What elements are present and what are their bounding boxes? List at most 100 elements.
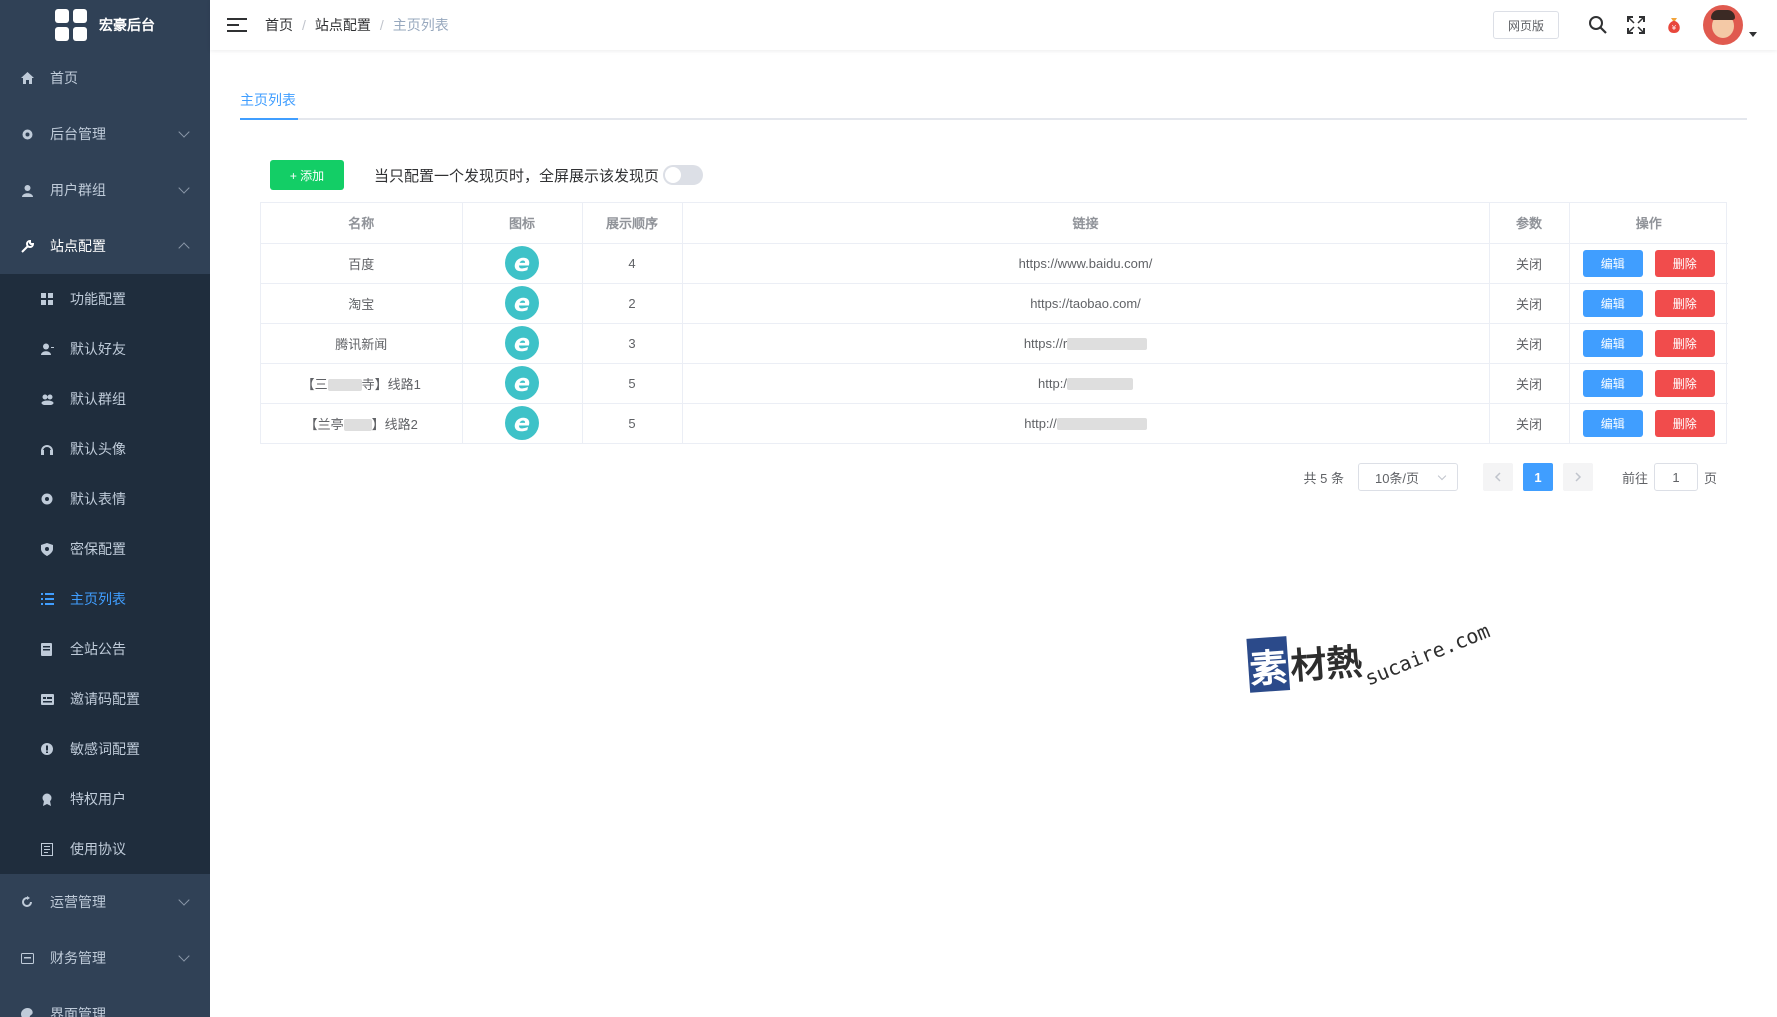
browser-icon: e <box>505 286 539 320</box>
redacted-text <box>343 419 372 432</box>
delete-button[interactable]: 删除 <box>1654 369 1715 397</box>
watermark-domain: sucaire.com <box>1361 618 1494 691</box>
app-logo[interactable]: 宏豪后台 <box>0 0 210 50</box>
redacted-text <box>1056 418 1147 431</box>
sidebar-item-sensitive-words[interactable]: 敏感词配置 <box>0 724 210 774</box>
delete-button[interactable]: 删除 <box>1654 289 1715 317</box>
sidebar-item-security-config[interactable]: 密保配置 <box>0 524 210 574</box>
sidebar-item-privileged-users[interactable]: 特权用户 <box>0 774 210 824</box>
sidebar-item-terms[interactable]: 使用协议 <box>0 824 210 874</box>
wallet-icon <box>20 951 34 965</box>
cell-order: 5 <box>582 363 683 404</box>
edit-button[interactable]: 编辑 <box>1582 329 1643 357</box>
money-bag-icon[interactable]: ¥ <box>1663 14 1685 36</box>
edit-button[interactable]: 编辑 <box>1582 409 1643 437</box>
sidebar-item-backend[interactable]: 后台管理 <box>0 106 210 162</box>
pagination: 共 5 条 10条/页 1 前往 1 页 <box>1304 463 1717 491</box>
fullscreen-toggle-label: 当只配置一个发现页时，全屏展示该发现页 <box>374 167 660 185</box>
edit-button[interactable]: 编辑 <box>1582 369 1643 397</box>
table-row: 淘宝 e 2 https://taobao.com/ 关闭 编辑 删除 <box>261 283 1728 324</box>
sidebar-item-user-groups[interactable]: 用户群组 <box>0 162 210 218</box>
page-size-value: 10条/页 <box>1374 470 1420 486</box>
page-size-select[interactable]: 10条/页 <box>1357 463 1458 491</box>
sidebar-item-label: 默认群组 <box>70 391 126 407</box>
cell-name: 【三 寺】线路1 <box>261 363 463 404</box>
sidebar-item-label: 界面管理 <box>50 1006 106 1017</box>
menu-toggle-icon[interactable] <box>227 15 247 35</box>
fullscreen-icon[interactable] <box>1625 14 1647 36</box>
sidebar-item-default-friends[interactable]: 默认好友 <box>0 324 210 374</box>
cell-param: 关闭 <box>1489 403 1570 443</box>
edit-button[interactable]: 编辑 <box>1582 249 1643 277</box>
web-version-button[interactable]: 网页版 <box>1493 11 1559 39</box>
breadcrumb-site-config[interactable]: 站点配置 <box>315 15 371 35</box>
sidebar-item-default-groups[interactable]: 默认群组 <box>0 374 210 424</box>
redacted-text <box>1066 378 1133 391</box>
notice-icon <box>40 642 54 656</box>
browser-icon: e <box>505 406 539 441</box>
sidebar-item-homepage-list[interactable]: 主页列表 <box>0 574 210 624</box>
sidebar-item-invite-config[interactable]: 邀请码配置 <box>0 674 210 724</box>
sidebar-item-site-config[interactable]: 站点配置 <box>0 218 210 274</box>
sidebar-item-default-emoji[interactable]: 默认表情 <box>0 474 210 524</box>
home-icon <box>20 71 34 85</box>
cell-actions: 编辑 删除 <box>1569 363 1728 404</box>
sidebar-item-ui[interactable]: 界面管理 <box>0 986 210 1017</box>
sidebar-item-operations[interactable]: 运营管理 <box>0 874 210 930</box>
edit-button[interactable]: 编辑 <box>1582 289 1643 317</box>
cell-param: 关闭 <box>1489 323 1570 364</box>
prev-page-button[interactable] <box>1482 463 1513 491</box>
breadcrumb: 首页 / 站点配置 / 主页列表 <box>265 15 449 35</box>
browser-icon: e <box>505 366 539 400</box>
cell-icon: e <box>462 363 583 404</box>
add-button[interactable]: + 添加 <box>270 160 344 190</box>
smile-icon <box>40 492 54 506</box>
sidebar-item-default-avatar[interactable]: 默认头像 <box>0 424 210 474</box>
refresh-icon <box>20 895 34 909</box>
sidebar-item-feature-config[interactable]: 功能配置 <box>0 274 210 324</box>
fullscreen-toggle-switch[interactable] <box>663 165 704 185</box>
sidebar-item-label: 主页列表 <box>70 591 126 607</box>
delete-button[interactable]: 删除 <box>1654 329 1715 357</box>
gear-icon <box>20 127 34 141</box>
cell-name: 腾讯新闻 <box>261 323 463 364</box>
caret-down-icon[interactable] <box>1749 31 1757 37</box>
tab-homepage-list[interactable]: 主页列表 <box>240 90 298 120</box>
sidebar-item-finance[interactable]: 财务管理 <box>0 930 210 986</box>
page-number-button[interactable]: 1 <box>1522 463 1553 491</box>
group-icon <box>40 392 54 406</box>
sidebar-item-label: 默认头像 <box>70 441 126 457</box>
cell-param: 关闭 <box>1489 283 1570 324</box>
svg-text:¥: ¥ <box>1672 24 1677 32</box>
search-icon[interactable] <box>1587 14 1609 36</box>
delete-button[interactable]: 删除 <box>1654 409 1715 437</box>
sidebar-item-label: 使用协议 <box>70 841 126 857</box>
sidebar: 宏豪后台 首页 后台管理 用户群组 站点配置 功能配置 默认好友 默认群组 默认… <box>0 0 210 1017</box>
sidebar-item-label: 邀请码配置 <box>70 691 140 707</box>
cell-link: https://www.baidu.com/ <box>682 243 1490 284</box>
sidebar-item-home[interactable]: 首页 <box>0 50 210 106</box>
homepage-table: 名称 图标 展示顺序 链接 参数 操作 百度 e 4 https://www.b… <box>260 202 1728 444</box>
cell-actions: 编辑 删除 <box>1569 403 1728 443</box>
name-suffix: 寺】线路1 <box>361 376 421 392</box>
logo-icon <box>55 9 87 41</box>
breadcrumb-home[interactable]: 首页 <box>265 15 293 35</box>
avatar[interactable] <box>1703 5 1743 45</box>
page-unit-label: 页 <box>1703 470 1717 486</box>
chevron-down-icon <box>1437 471 1447 481</box>
table-row: 【兰亭 】线路2 e 5 http:// 关闭 编辑 删除 <box>261 403 1728 443</box>
shield-icon <box>40 542 54 556</box>
link-text: http:/ <box>1038 375 1067 391</box>
name-prefix: 【三 <box>301 376 328 392</box>
cell-param: 关闭 <box>1489 243 1570 284</box>
sidebar-item-announcement[interactable]: 全站公告 <box>0 624 210 674</box>
sidebar-item-label: 用户群组 <box>50 182 106 198</box>
card-icon <box>40 692 54 706</box>
goto-page-input[interactable]: 1 <box>1653 463 1698 491</box>
sidebar-item-label: 敏感词配置 <box>70 741 140 757</box>
browser-icon: e <box>505 246 539 280</box>
delete-button[interactable]: 删除 <box>1654 249 1715 277</box>
table-row: 腾讯新闻 e 3 https://r 关闭 编辑 删除 <box>261 323 1728 364</box>
goto-label: 前往 <box>1621 470 1648 486</box>
next-page-button[interactable] <box>1562 463 1593 491</box>
